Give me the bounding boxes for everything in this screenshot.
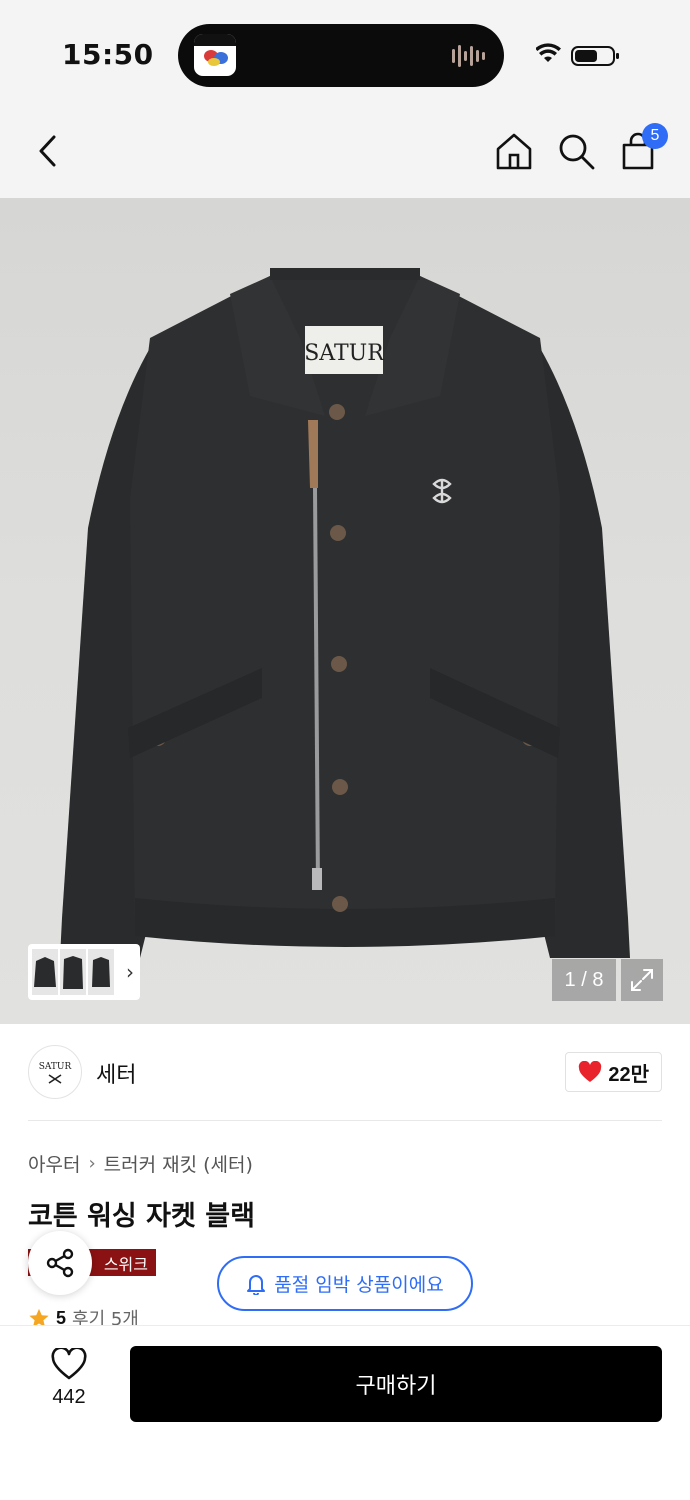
music-app-icon [194,34,236,76]
chevron-right-icon: › [88,1153,96,1174]
heart-filled-icon [579,1061,602,1082]
divider [28,1120,662,1121]
brand-like-button[interactable]: 22만 [565,1052,662,1092]
search-icon [559,134,595,170]
bottom-action-bar: 442 구매하기 [0,1325,690,1500]
breadcrumb-category[interactable]: 아우터 [28,1150,80,1177]
status-bar: 15:50 [0,0,690,105]
battery-icon [571,46,619,66]
search-button[interactable] [554,129,598,173]
share-button[interactable] [28,1231,92,1295]
svg-text:SATUR: SATUR [304,341,385,366]
home-button[interactable] [492,129,536,173]
cart-button[interactable]: 5 [616,123,668,173]
wifi-icon [536,43,561,62]
back-button[interactable] [26,129,70,173]
share-icon [46,1248,74,1278]
waveform-icon [452,45,485,67]
brand-like-count: 22만 [608,1063,649,1086]
product-title: 코튼 워싱 자켓 블랙 [28,1201,255,1232]
breadcrumb-subcategory[interactable]: 트러커 재킷 (세터) [104,1150,253,1177]
brand-name[interactable]: 세터 [96,1057,136,1089]
breadcrumb: 아우터 › 트러커 재킷 (세터) [28,1150,253,1177]
expand-button[interactable] [621,959,663,1001]
jacket-photo: SATUR [60,268,630,958]
image-counter: 1 / 8 [552,959,616,1001]
wishlist-count: 442 [52,1386,86,1408]
thumbnail[interactable] [60,949,86,995]
thumbnail[interactable] [88,949,114,995]
dynamic-island[interactable] [178,24,504,87]
soldout-alert-pill[interactable]: 품절 임박 상품이에요 [217,1256,473,1311]
svg-text:SATUR: SATUR [39,1062,72,1072]
cart-count-badge: 5 [642,123,668,149]
thumbnail-strip[interactable]: › [28,944,140,1000]
soldout-message: 품절 임박 상품이에요 [274,1274,444,1296]
heart-outline-icon [51,1348,87,1380]
chevron-left-icon [39,135,56,167]
product-image[interactable]: SATUR [0,198,690,1024]
brand-row: SATUR 세터 22만 [0,1024,690,1120]
bell-icon [247,1274,266,1295]
brand-logo[interactable]: SATUR [28,1045,82,1099]
status-time: 15:50 [62,38,154,71]
status-icons [536,43,619,66]
expand-icon [631,969,653,991]
home-icon [496,133,532,170]
wishlist-button[interactable]: 442 [38,1348,100,1422]
chevron-right-icon: › [126,960,134,984]
buy-button[interactable]: 구매하기 [130,1346,662,1422]
thumbnail[interactable] [32,949,58,995]
nav-bar: 5 [0,105,690,198]
